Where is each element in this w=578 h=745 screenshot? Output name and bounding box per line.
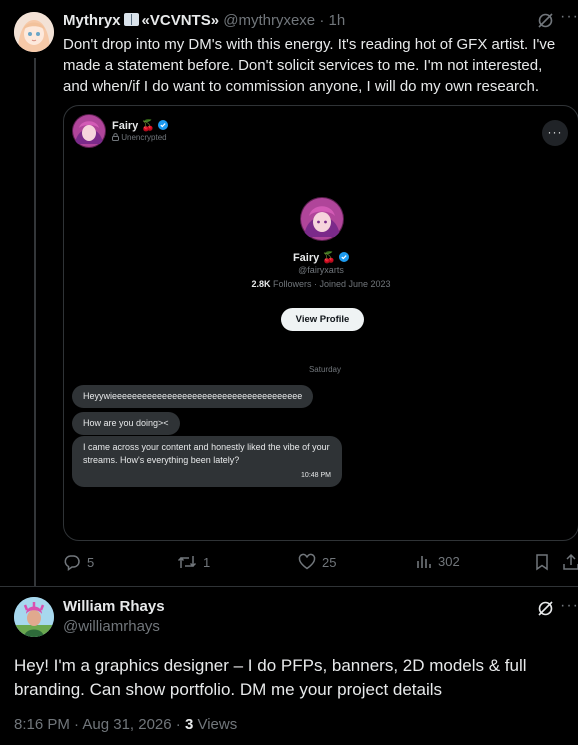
dm-followers-rest: Followers · Joined June 2023 [272, 279, 391, 289]
dm-profile-avatar [300, 197, 344, 241]
dm-header-name-text: Fairy 🍒 [112, 120, 156, 132]
reply-button[interactable]: 5 [63, 553, 94, 571]
avatar[interactable] [14, 12, 54, 52]
views-count: 302 [438, 553, 460, 569]
views-button[interactable]: 302 [416, 553, 460, 569]
author-name-suffix[interactable]: «VCVNTS» [142, 12, 220, 29]
post-actions: 5 1 25 302 [63, 553, 578, 575]
dm-message-bubble: I came across your content and honestly … [72, 436, 342, 487]
like-button[interactable]: 25 [298, 553, 336, 571]
post-header: Mythryx «VCVNTS» @mythryxexe · 1h [63, 11, 345, 31]
dm-day-label: Saturday [308, 365, 341, 374]
reply-count: 5 [87, 554, 95, 570]
share-button[interactable] [562, 553, 578, 571]
author-handle[interactable]: @mythryxexe [223, 12, 315, 29]
more-options-icon[interactable]: ··· [560, 8, 578, 26]
separator-dot: · [319, 12, 325, 29]
dm-header-name: Fairy 🍒 [112, 119, 169, 132]
dm-status-text: Unencrypted [121, 133, 167, 142]
grok-icon[interactable] [537, 600, 554, 622]
share-icon [563, 553, 578, 570]
more-options-icon[interactable]: ··· [560, 597, 578, 615]
dm-encryption-status: Unencrypted [112, 133, 167, 142]
dm-profile-name-text: Fairy 🍒 [292, 252, 336, 264]
repost-button[interactable]: 1 [177, 553, 210, 571]
dm-profile-handle: @fairyxarts [298, 265, 344, 275]
dm-message-text: I came across your content and honestly … [83, 442, 330, 465]
post-views-label: Views [193, 716, 238, 733]
post-text: Don't drop into my DM's with this energy… [63, 36, 556, 95]
dm-followers-count: 2.8K [251, 279, 271, 289]
heart-icon [298, 553, 316, 570]
dm-avatar-small [72, 114, 106, 148]
like-count: 25 [322, 554, 337, 570]
avatar[interactable] [14, 597, 54, 637]
dm-profile-stats: 2.8K Followers · Joined June 2023 [64, 279, 578, 289]
dm-profile-name: Fairy 🍒 [64, 251, 578, 264]
reply-icon [64, 555, 80, 571]
lock-icon [112, 133, 119, 141]
repost-count: 1 [203, 554, 211, 570]
dm-message-bubble: How are you doing>< [72, 412, 180, 435]
dm-screenshot-image[interactable]: Fairy 🍒 Unencrypted ··· Fairy 🍒 @fairyxa… [63, 105, 578, 541]
dm-message-bubble: Heyywieeeeeeeeeeeeeeeeeeeeeeeeeeeeeeeeee… [72, 385, 314, 408]
bookmark-button[interactable] [534, 553, 550, 571]
post-meta: 8:16 PM · Aug 31, 2026 · 3 Views [14, 716, 237, 733]
author-name[interactable]: William Rhays [63, 598, 165, 615]
dm-more-button: ··· [542, 120, 568, 146]
post-timestamp[interactable]: 8:16 PM · Aug 31, 2026 · [14, 716, 185, 733]
views-bar-chart-icon [417, 556, 431, 568]
post-time[interactable]: 1h [329, 12, 346, 29]
verified-badge-icon [339, 252, 350, 262]
quoted-post-mythryx[interactable]: Mythryx «VCVNTS» @mythryxexe · 1h ··· Don… [0, 0, 578, 586]
author-handle[interactable]: @williamrhays [63, 618, 160, 635]
repost-icon [177, 556, 197, 568]
book-emoji-icon [123, 13, 139, 26]
post-text: Hey! I'm a graphics designer – I do PFPs… [14, 656, 527, 699]
bookmark-icon [536, 554, 548, 571]
verified-badge-icon [158, 120, 169, 130]
post-divider [0, 586, 578, 587]
grok-icon[interactable] [537, 12, 554, 34]
dm-message-time: 10:48 PM [301, 472, 331, 479]
view-profile-button: View Profile [281, 308, 364, 331]
author-name[interactable]: Mythryx [63, 12, 121, 29]
